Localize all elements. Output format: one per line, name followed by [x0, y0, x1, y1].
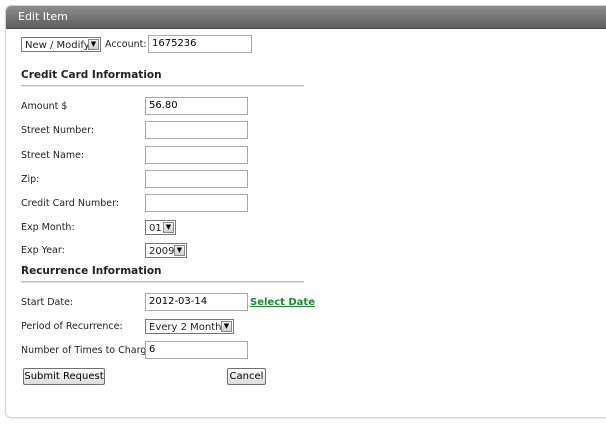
start-date-input[interactable]: 2012-03-14 — [145, 293, 248, 311]
credit-card-heading: Credit Card Information — [21, 69, 162, 81]
street-number-label: Street Number: — [21, 125, 95, 136]
exp-month-value: 01 — [149, 223, 162, 234]
recurrence-divider — [21, 281, 304, 283]
mode-select[interactable]: New / Modify ▼ — [21, 37, 101, 52]
period-select[interactable]: Every 2 Months ▼ — [145, 319, 234, 334]
exp-year-value: 2009 — [149, 246, 175, 257]
times-label: Number of Times to Charge: — [21, 345, 156, 356]
street-name-label: Street Name: — [21, 150, 85, 161]
street-number-input[interactable] — [145, 121, 248, 139]
submit-request-button[interactable]: Submit Request — [23, 368, 105, 385]
exp-month-select[interactable]: 01 ▼ — [145, 220, 176, 235]
panel-title: Edit Item — [6, 6, 606, 29]
zip-input[interactable] — [145, 170, 248, 188]
chevron-down-icon: ▼ — [174, 245, 185, 256]
account-input[interactable]: 1675236 — [148, 35, 252, 53]
zip-label: Zip: — [21, 174, 40, 185]
cancel-button[interactable]: Cancel — [227, 368, 266, 385]
chevron-down-icon: ▼ — [88, 39, 99, 50]
amount-input[interactable]: 56.80 — [145, 97, 248, 115]
recurrence-heading: Recurrence Information — [21, 265, 162, 277]
exp-year-label: Exp Year: — [21, 245, 65, 256]
select-date-link[interactable]: Select Date — [250, 297, 315, 308]
start-date-label: Start Date: — [21, 297, 74, 308]
exp-year-select[interactable]: 2009 ▼ — [145, 243, 187, 258]
period-value: Every 2 Months — [149, 322, 227, 333]
amount-label: Amount $ — [21, 101, 68, 112]
edit-item-panel: Edit Item New / Modify ▼ Account: 167523… — [5, 5, 606, 418]
chevron-down-icon: ▼ — [221, 321, 232, 332]
times-input[interactable]: 6 — [145, 341, 248, 359]
exp-month-label: Exp Month: — [21, 222, 75, 233]
credit-card-divider — [21, 85, 304, 87]
chevron-down-icon: ▼ — [163, 222, 174, 233]
period-label: Period of Recurrence: — [21, 321, 123, 332]
street-name-input[interactable] — [145, 146, 248, 164]
account-label: Account: — [105, 39, 147, 50]
cc-number-label: Credit Card Number: — [21, 198, 120, 209]
cc-number-input[interactable] — [145, 194, 248, 212]
mode-select-value: New / Modify — [25, 40, 90, 51]
